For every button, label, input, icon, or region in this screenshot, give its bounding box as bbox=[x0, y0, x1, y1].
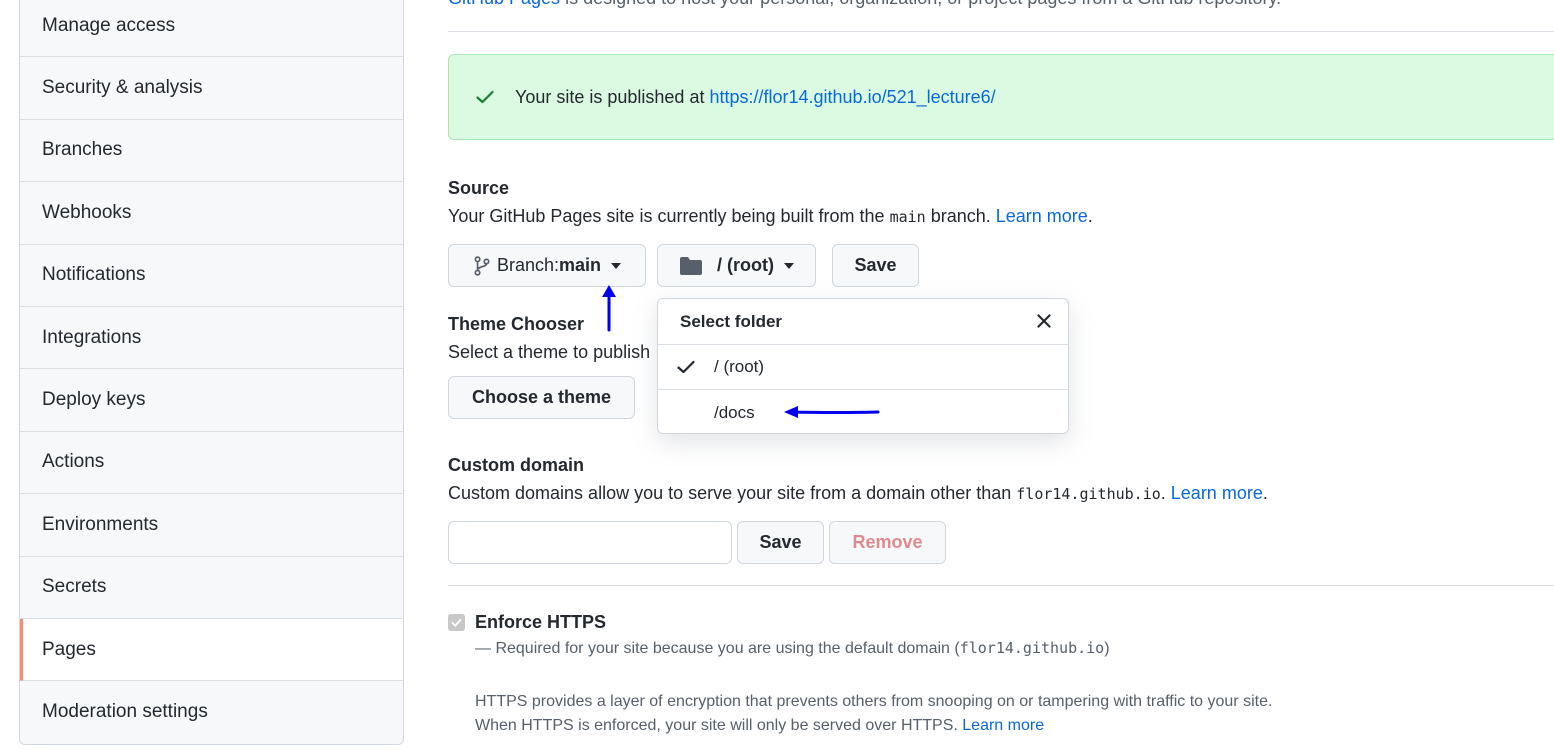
theme-description: Select a theme to publish bbox=[448, 342, 651, 362]
sidebar-item-label: Environments bbox=[42, 513, 159, 535]
sidebar-item-label: Deploy keys bbox=[42, 389, 146, 411]
sidebar-item-deploy-keys[interactable]: Deploy keys bbox=[20, 369, 403, 432]
folder-option-root[interactable]: / (root) bbox=[658, 345, 1068, 390]
divider bbox=[448, 585, 1554, 586]
source-learn-more-link[interactable]: Learn more bbox=[996, 206, 1088, 226]
github-pages-link[interactable]: GitHub Pages bbox=[448, 0, 560, 8]
pages-intro-text: is designed to host your personal, organ… bbox=[560, 0, 1281, 8]
sidebar-item-webhooks[interactable]: Webhooks bbox=[20, 182, 403, 245]
https-learn-more-link[interactable]: Learn more bbox=[962, 717, 1044, 734]
sidebar-item-label: Pages bbox=[42, 638, 96, 660]
folder-option-label: /docs bbox=[714, 402, 755, 422]
https-required-note: — Required for your site because you are… bbox=[475, 639, 1110, 657]
annotation-arrow-up bbox=[602, 285, 616, 332]
source-description: Your GitHub Pages site is currently bein… bbox=[448, 206, 1093, 226]
published-flash: Your site is published at https://flor14… bbox=[448, 54, 1554, 140]
sidebar-item-environments[interactable]: Environments bbox=[20, 494, 403, 557]
folder-select-button[interactable]: / (root) bbox=[657, 244, 816, 287]
branch-code: main bbox=[889, 208, 926, 226]
check-icon bbox=[475, 87, 495, 107]
domain-learn-more-link[interactable]: Learn more bbox=[1171, 483, 1263, 503]
domain-code: flor14.github.io bbox=[1016, 485, 1161, 503]
sidebar-item-pages[interactable]: Pages bbox=[20, 618, 403, 682]
sidebar-item-label: Manage access bbox=[42, 14, 176, 36]
https-info-line-1: HTTPS provides a layer of encryption tha… bbox=[475, 693, 1273, 710]
check-icon bbox=[658, 357, 714, 377]
sidebar-item-label: Webhooks bbox=[42, 201, 132, 223]
folder-icon bbox=[679, 256, 703, 276]
select-folder-title: Select folder bbox=[680, 311, 783, 331]
published-message: Your site is published at https://flor14… bbox=[515, 86, 996, 107]
folder-value: / (root) bbox=[717, 255, 774, 275]
close-icon[interactable] bbox=[1034, 311, 1054, 331]
chevron-down-icon bbox=[783, 262, 794, 269]
sidebar-item-label: Actions bbox=[42, 451, 105, 473]
enforce-https-label: Enforce HTTPS bbox=[475, 612, 607, 632]
sidebar-item-actions[interactable]: Actions bbox=[20, 431, 403, 495]
select-folder-header: Select folder bbox=[658, 299, 1068, 345]
sidebar-item-label: Moderation settings bbox=[42, 701, 208, 723]
sidebar-item-integrations[interactable]: Integrations bbox=[20, 306, 403, 370]
sidebar-item-label: Notifications bbox=[42, 264, 146, 286]
sidebar-item-label: Security & analysis bbox=[42, 77, 203, 99]
choose-theme-button[interactable]: Choose a theme bbox=[448, 376, 635, 419]
folder-option-label: / (root) bbox=[714, 357, 765, 376]
chevron-down-icon bbox=[611, 262, 622, 269]
git-branch-icon bbox=[473, 255, 491, 276]
custom-domain-input[interactable] bbox=[448, 521, 732, 564]
source-heading: Source bbox=[448, 178, 510, 198]
published-site-link[interactable]: https://flor14.github.io/521_lecture6/ bbox=[709, 87, 995, 107]
https-info-line-2: When HTTPS is enforced, your site will o… bbox=[475, 717, 1045, 734]
theme-heading: Theme Chooser bbox=[448, 314, 585, 334]
sidebar-item-manage-access[interactable]: Manage access bbox=[20, 0, 403, 58]
sidebar-item-moderation-settings[interactable]: Moderation settings bbox=[20, 681, 403, 744]
sidebar-item-notifications[interactable]: Notifications bbox=[20, 244, 403, 307]
source-save-button[interactable]: Save bbox=[832, 244, 919, 287]
sidebar-item-security-analysis[interactable]: Security & analysis bbox=[20, 57, 403, 120]
domain-remove-button[interactable]: Remove bbox=[829, 521, 946, 564]
sidebar-item-label: Secrets bbox=[42, 576, 107, 598]
divider bbox=[448, 31, 1554, 32]
sidebar-item-branches[interactable]: Branches bbox=[20, 119, 403, 183]
custom-domain-heading: Custom domain bbox=[448, 455, 585, 475]
pages-intro: GitHub Pages is designed to host your pe… bbox=[448, 0, 1281, 9]
branch-prefix: Branch: bbox=[496, 255, 560, 275]
domain-save-button[interactable]: Save bbox=[737, 521, 824, 564]
custom-domain-description: Custom domains allow you to serve your s… bbox=[448, 483, 1268, 503]
enforce-https-checkbox[interactable] bbox=[448, 614, 465, 631]
annotation-arrow-left bbox=[784, 406, 880, 418]
settings-sidebar: Manage access Security & analysis Branches… bbox=[19, 0, 404, 745]
branch-value: main bbox=[559, 255, 602, 275]
sidebar-item-label: Integrations bbox=[42, 326, 142, 348]
sidebar-item-label: Branches bbox=[42, 139, 123, 161]
sidebar-item-secrets[interactable]: Secrets bbox=[20, 556, 403, 619]
